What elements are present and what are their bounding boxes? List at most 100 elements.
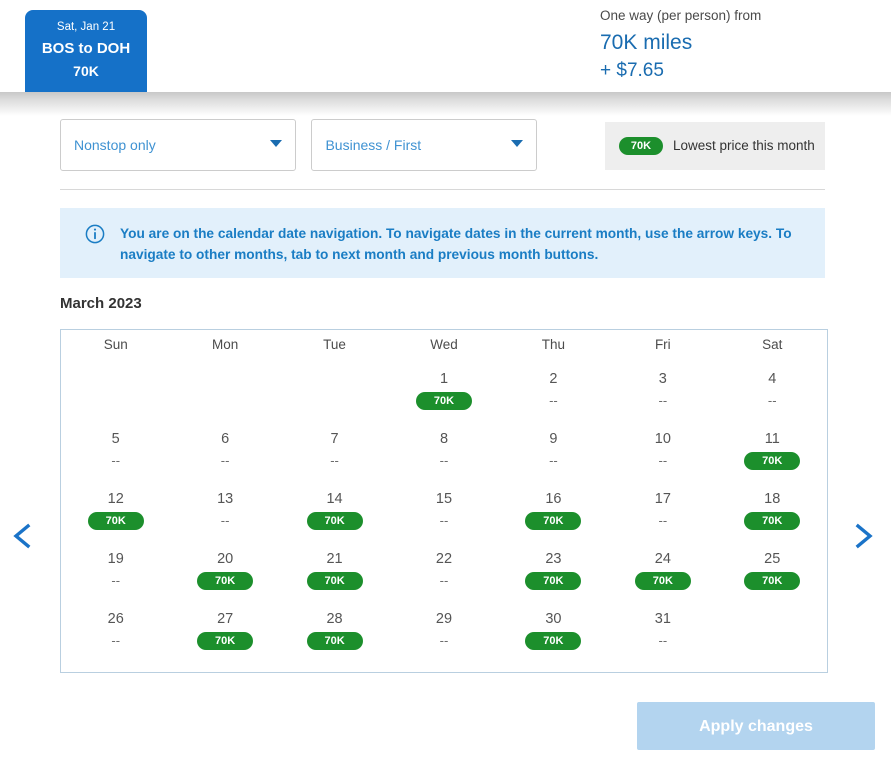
filter-divider [60, 189, 825, 190]
calendar-day-number: 11 [764, 431, 780, 447]
info-banner-message: You are on the calendar date navigation.… [120, 226, 792, 262]
calendar-day-number: 10 [654, 431, 671, 447]
chevron-down-icon [511, 140, 524, 147]
calendar-day-cell[interactable]: 11 70K [718, 426, 827, 486]
lowest-price-legend: 70K Lowest price this month [605, 122, 825, 170]
calendar-day-cell[interactable]: 9 -- [499, 426, 608, 486]
calendar-day-cell[interactable]: 24 70K [608, 546, 717, 606]
calendar-day-number: 1 [439, 371, 449, 387]
flight-tab-route: BOS to DOH [41, 40, 131, 57]
calendar-day-number: 29 [435, 611, 453, 627]
calendar-weekday-label: Thu [541, 337, 566, 352]
calendar-day-unavailable: -- [549, 453, 558, 468]
calendar-empty-cell [61, 366, 170, 426]
calendar-day-cell[interactable]: 8 -- [389, 426, 498, 486]
calendar-day-cell[interactable]: 10 -- [608, 426, 717, 486]
calendar-day-unavailable: -- [658, 633, 668, 648]
calendar-weekday-header: Sun [61, 330, 170, 366]
calendar-day-number: 20 [217, 551, 234, 567]
calendar-day-number: 5 [111, 431, 120, 447]
calendar-day-price-badge: 70K [525, 632, 582, 650]
calendar-empty-cell [170, 366, 279, 426]
calendar-day-price-badge: 70K [634, 572, 691, 590]
price-summary: One way (per person) from 70K miles + $7… [600, 6, 880, 84]
calendar-day-cell[interactable]: 15 -- [389, 486, 498, 546]
calendar-day-number: 14 [326, 491, 343, 507]
stops-filter-select[interactable]: Nonstop only [60, 119, 296, 171]
calendar-weekday-header: Thu [499, 330, 608, 366]
calendar-day-unavailable: -- [111, 573, 121, 588]
calendar-day-price-badge: 70K [744, 452, 801, 470]
calendar-day-cell[interactable]: 3 -- [608, 366, 717, 426]
calendar-day-cell[interactable]: 22 -- [389, 546, 498, 606]
calendar-day-cell[interactable]: 1 70K [389, 366, 498, 426]
calendar-week-row: 26 -- 27 70K 28 70K 29 -- 30 70K 31 -- [61, 606, 827, 666]
calendar-day-cell[interactable]: 7 -- [280, 426, 389, 486]
header-shadow [0, 92, 891, 116]
calendar-day-price-badge: 70K [306, 632, 363, 650]
calendar-day-unavailable: -- [439, 573, 449, 588]
calendar-day-cell[interactable]: 5 -- [61, 426, 170, 486]
calendar-day-cell[interactable]: 29 -- [389, 606, 498, 666]
previous-month-button[interactable] [5, 518, 41, 554]
calendar-day-unavailable: -- [220, 513, 230, 528]
calendar-day-cell[interactable]: 30 70K [499, 606, 608, 666]
flight-tab-date: Sat, Jan 21 [56, 21, 116, 33]
calendar-day-number: 27 [217, 611, 234, 627]
calendar-day-number: 16 [545, 491, 562, 507]
next-month-button[interactable] [845, 518, 881, 554]
calendar-weekday-header: Tue [280, 330, 389, 366]
chevron-down-icon [270, 140, 282, 147]
calendar-day-price-badge: 70K [306, 512, 363, 530]
calendar-day-unavailable: -- [658, 453, 668, 468]
stops-filter-value: Nonstop only [74, 137, 156, 153]
calendar-weekday-header: Sat [718, 330, 827, 366]
calendar-day-cell[interactable]: 26 -- [61, 606, 170, 666]
filter-bar: Nonstop only Business / First [60, 119, 538, 171]
calendar-day-cell[interactable]: 23 70K [499, 546, 608, 606]
calendar-day-cell[interactable]: 13 -- [170, 486, 279, 546]
calendar-day-unavailable: -- [220, 453, 230, 468]
price-summary-label: One way (per person) from [600, 8, 762, 23]
calendar-day-unavailable: -- [439, 453, 449, 468]
calendar-day-cell[interactable]: 18 70K [718, 486, 827, 546]
calendar-day-number: 25 [764, 551, 781, 567]
calendar-day-cell[interactable]: 4 -- [718, 366, 827, 426]
apply-changes-button[interactable]: Apply changes [637, 702, 875, 750]
calendar-weekday-label: Fri [654, 337, 671, 352]
calendar-week-row: 1 70K 2 -- 3 -- 4 -- [61, 366, 827, 426]
calendar-day-number: 22 [435, 551, 453, 567]
calendar-day-cell[interactable]: 20 70K [170, 546, 279, 606]
calendar-day-unavailable: -- [439, 633, 449, 648]
calendar-weekday-label: Sat [762, 337, 783, 352]
calendar-day-cell[interactable]: 14 70K [280, 486, 389, 546]
calendar-day-cell[interactable]: 28 70K [280, 606, 389, 666]
calendar-day-cell[interactable]: 16 70K [499, 486, 608, 546]
calendar-day-number: 24 [654, 551, 671, 567]
price-summary-fee: + $7.65 [600, 60, 664, 81]
cabin-filter-select[interactable]: Business / First [311, 119, 538, 171]
calendar-day-price-badge: 70K [197, 632, 254, 650]
calendar-day-cell[interactable]: 6 -- [170, 426, 279, 486]
chevron-left-icon [13, 523, 31, 549]
calendar-day-cell[interactable]: 17 -- [608, 486, 717, 546]
price-summary-miles: 70K miles [600, 31, 693, 54]
calendar-day-price-badge: 70K [197, 572, 254, 590]
calendar-day-number: 30 [545, 611, 562, 627]
calendar-day-cell[interactable]: 21 70K [280, 546, 389, 606]
calendar-day-cell[interactable]: 2 -- [499, 366, 608, 426]
calendar-day-number: 23 [545, 551, 562, 567]
calendar-day-cell[interactable]: 25 70K [718, 546, 827, 606]
calendar-weekday-header: Mon [170, 330, 279, 366]
flight-segment-tab[interactable]: Sat, Jan 21 BOS to DOH 70K [25, 10, 147, 92]
calendar-day-unavailable: -- [767, 393, 777, 408]
calendar-day-cell[interactable]: 19 -- [61, 546, 170, 606]
calendar-day-unavailable: -- [439, 513, 449, 528]
calendar-day-number: 17 [654, 491, 671, 507]
cabin-filter-value: Business / First [325, 137, 422, 153]
calendar-day-price-badge: 70K [744, 512, 801, 530]
calendar-day-number: 7 [330, 431, 339, 447]
calendar-day-cell[interactable]: 12 70K [61, 486, 170, 546]
calendar-day-cell[interactable]: 31 -- [608, 606, 717, 666]
calendar-day-cell[interactable]: 27 70K [170, 606, 279, 666]
